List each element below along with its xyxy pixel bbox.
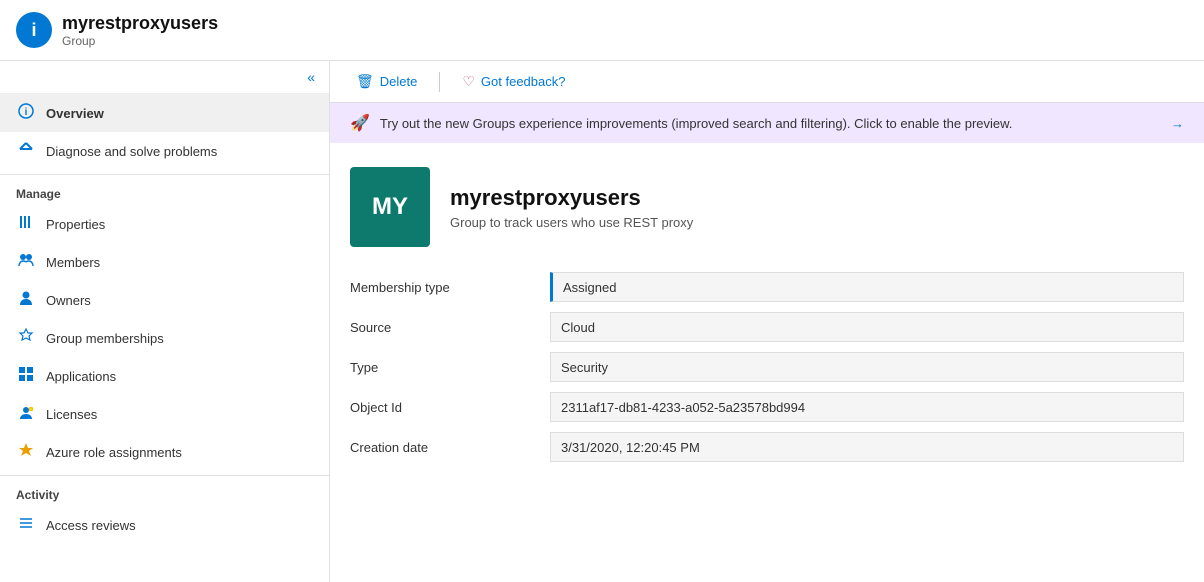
property-row-4: Creation date3/31/2020, 12:20:45 PM [350,431,1184,463]
content-area: 🗑 Delete ♡ Got feedback? 🚀 Try out the n… [330,61,1204,582]
licenses-label: Licenses [46,407,97,422]
azure-role-label: Azure role assignments [46,445,182,460]
sidebar-item-overview[interactable]: i Overview [0,94,329,132]
profile-section: MY myrestproxyusers Group to track users… [330,143,1204,263]
property-value-2: Security [550,352,1184,382]
licenses-icon [16,404,36,424]
feedback-button[interactable]: ♡ Got feedback? [456,69,571,94]
property-label-1: Source [350,320,550,335]
profile-info: myrestproxyusers Group to track users wh… [450,185,693,230]
property-label-4: Creation date [350,440,550,455]
overview-icon: i [16,103,36,123]
collapse-button[interactable]: « [301,67,321,87]
property-value-3: 2311af17-db81-4233-a052-5a23578bd994 [550,392,1184,422]
toolbar: 🗑 Delete ♡ Got feedback? [330,61,1204,103]
svg-text:i: i [25,107,28,118]
sidebar-item-applications[interactable]: Applications [0,357,329,395]
azure-role-icon [16,442,36,462]
profile-name: myrestproxyusers [450,185,693,211]
sidebar-nav: i Overview Diagnose and solve problems Mana… [0,94,329,544]
sidebar-item-members[interactable]: Members [0,243,329,281]
header-subtitle: Group [62,34,218,48]
sidebar-section-manage-section: Manage [0,174,329,205]
banner-icon: 🚀 [350,113,370,133]
sidebar-section-activity-section: Activity [0,475,329,506]
property-label-0: Membership type [350,280,550,295]
header-title: myrestproxyusers [62,13,218,34]
property-row-1: SourceCloud [350,311,1184,343]
members-icon [16,252,36,272]
feedback-icon: ♡ [462,73,475,90]
banner[interactable]: 🚀 Try out the new Groups experience impr… [330,103,1204,143]
applications-label: Applications [46,369,116,384]
delete-label: Delete [380,74,418,89]
header-icon: i [16,12,52,48]
property-row-0: Membership typeAssigned [350,271,1184,303]
sidebar-item-licenses[interactable]: Licenses [0,395,329,433]
property-label-3: Object Id [350,400,550,415]
applications-icon [16,366,36,386]
sidebar-item-access-reviews[interactable]: Access reviews [0,506,329,544]
sidebar-item-owners[interactable]: Owners [0,281,329,319]
sidebar-item-properties[interactable]: Properties [0,205,329,243]
profile-description: Group to track users who use REST proxy [450,215,693,230]
access-reviews-label: Access reviews [46,518,136,533]
banner-arrow: → [1171,116,1184,131]
sidebar-item-group-memberships[interactable]: Group memberships [0,319,329,357]
feedback-label: Got feedback? [481,74,566,89]
diagnose-icon [16,141,36,161]
owners-label: Owners [46,293,91,308]
access-reviews-icon [16,515,36,535]
sidebar-item-azure-role[interactable]: Azure role assignments [0,433,329,471]
banner-text: Try out the new Groups experience improv… [380,116,1012,131]
header-text: myrestproxyusers Group [62,13,218,48]
overview-label: Overview [46,106,104,121]
group-memberships-label: Group memberships [46,331,164,346]
properties-icon [16,214,36,234]
property-row-3: Object Id2311af17-db81-4233-a052-5a23578… [350,391,1184,423]
toolbar-separator [439,72,440,92]
owners-icon [16,290,36,310]
property-label-2: Type [350,360,550,375]
delete-button[interactable]: 🗑 Delete [350,69,423,94]
sidebar-item-diagnose[interactable]: Diagnose and solve problems [0,132,329,170]
profile-initials: MY [372,193,408,221]
header-icon-letter: i [31,20,36,41]
delete-icon: 🗑 [356,73,374,90]
property-row-2: TypeSecurity [350,351,1184,383]
profile-avatar: MY [350,167,430,247]
main-layout: « i Overview Diagnose and solve problems Ma… [0,61,1204,582]
properties-grid: Membership typeAssigned SourceCloud TypeSe… [330,263,1204,491]
property-value-0: Assigned [550,272,1184,302]
members-label: Members [46,255,100,270]
sidebar: « i Overview Diagnose and solve problems Ma… [0,61,330,582]
diagnose-label: Diagnose and solve problems [46,144,217,159]
group-memberships-icon [16,328,36,348]
property-value-4: 3/31/2020, 12:20:45 PM [550,432,1184,462]
sidebar-collapse-row: « [0,61,329,94]
property-value-1: Cloud [550,312,1184,342]
properties-label: Properties [46,217,105,232]
top-header: i myrestproxyusers Group [0,0,1204,61]
